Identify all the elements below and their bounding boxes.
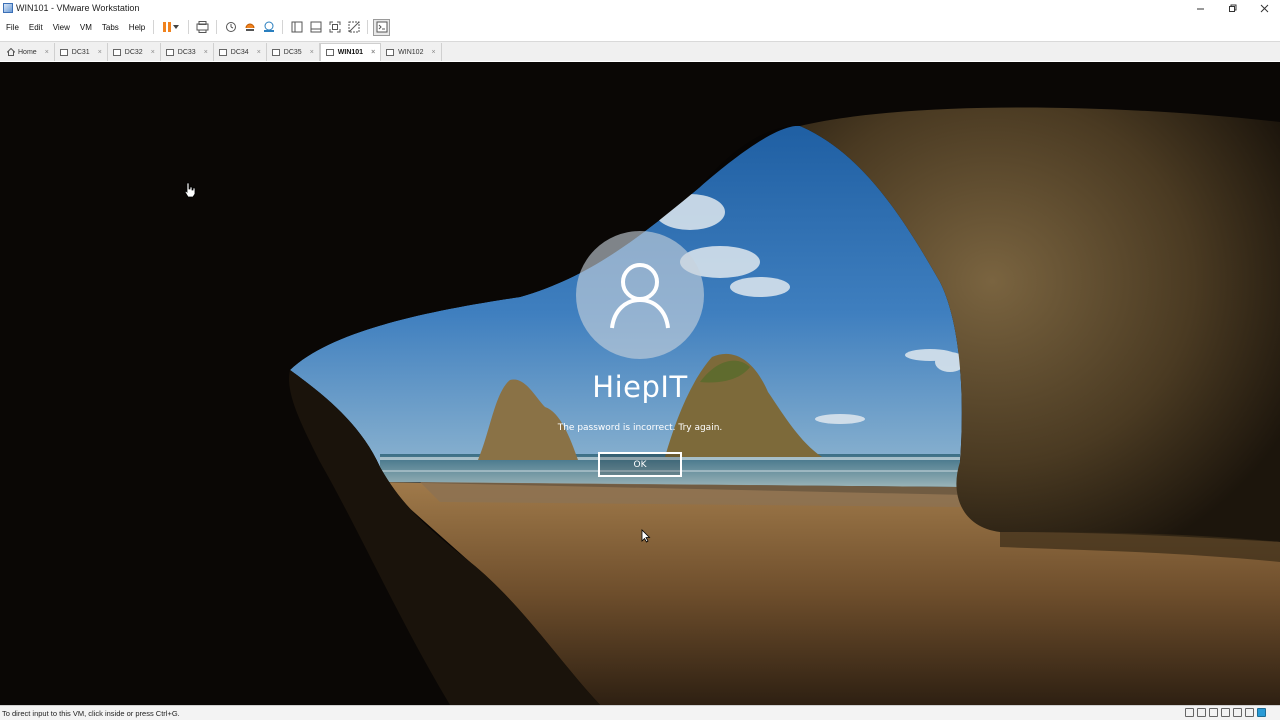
menu-view[interactable]: View bbox=[49, 23, 74, 32]
network-adapter-icon[interactable] bbox=[1209, 708, 1218, 717]
close-tab-icon[interactable]: × bbox=[45, 49, 49, 56]
unity-icon bbox=[348, 21, 360, 33]
toolbar-separator bbox=[216, 20, 218, 34]
tab-label: DC35 bbox=[283, 48, 302, 56]
tab-dc35[interactable]: DC35 × bbox=[266, 43, 320, 61]
pause-button[interactable] bbox=[159, 19, 183, 36]
vm-icon bbox=[325, 49, 334, 56]
restore-icon[interactable] bbox=[1216, 0, 1248, 16]
title-bar: WIN101 - VMware Workstation bbox=[0, 0, 1280, 16]
menu-vm[interactable]: VM bbox=[76, 23, 96, 32]
toolbar-separator bbox=[188, 20, 190, 34]
library-button[interactable] bbox=[288, 19, 305, 36]
close-tab-icon[interactable]: × bbox=[371, 49, 375, 56]
device-status-icons bbox=[1185, 708, 1266, 717]
console-view-icon bbox=[376, 21, 388, 33]
arrow-cursor-icon bbox=[641, 529, 651, 543]
cd-dvd-icon[interactable] bbox=[1197, 708, 1206, 717]
revert-snapshot-icon bbox=[245, 23, 255, 31]
home-icon bbox=[7, 48, 15, 56]
status-bar: To direct input to this VM, click inside… bbox=[0, 705, 1280, 720]
ok-button[interactable]: OK bbox=[598, 452, 682, 477]
library-icon bbox=[291, 21, 303, 33]
thumbnail-bar-icon bbox=[310, 21, 322, 33]
hand-cursor-icon bbox=[184, 182, 196, 198]
close-tab-icon[interactable]: × bbox=[98, 49, 102, 56]
vm-icon bbox=[165, 48, 174, 56]
tab-dc34[interactable]: DC34 × bbox=[213, 43, 267, 61]
snapshot-manager-button[interactable] bbox=[260, 19, 277, 36]
minimize-icon[interactable] bbox=[1184, 0, 1216, 16]
toolbar-separator bbox=[153, 20, 155, 34]
tab-win101[interactable]: WIN101 × bbox=[319, 43, 382, 61]
chevron-down-icon bbox=[173, 25, 180, 29]
vm-console-screen[interactable]: HiepIT The password is incorrect. Try ag… bbox=[0, 62, 1280, 705]
sound-icon[interactable] bbox=[1245, 708, 1254, 717]
menu-file[interactable]: File bbox=[2, 23, 23, 32]
vmware-app-icon bbox=[3, 3, 13, 13]
menu-bar: File Edit View VM Tabs Help bbox=[0, 16, 1280, 38]
tab-win102[interactable]: WIN102 × bbox=[381, 43, 442, 61]
snapshot-button[interactable] bbox=[222, 19, 239, 36]
close-tab-icon[interactable]: × bbox=[151, 49, 155, 56]
window-controls bbox=[1184, 0, 1280, 16]
pause-icon bbox=[163, 22, 172, 32]
tab-home[interactable]: Home × bbox=[2, 43, 55, 61]
tab-label: DC31 bbox=[71, 48, 90, 56]
close-icon[interactable] bbox=[1248, 0, 1280, 16]
tab-label: WIN102 bbox=[398, 48, 424, 56]
close-tab-icon[interactable]: × bbox=[257, 49, 261, 56]
send-ctrl-alt-del-icon bbox=[196, 21, 209, 33]
menu-help[interactable]: Help bbox=[125, 23, 149, 32]
vm-icon bbox=[59, 48, 68, 56]
tab-dc33[interactable]: DC33 × bbox=[160, 43, 214, 61]
status-text: To direct input to this VM, click inside… bbox=[2, 708, 180, 718]
unity-button[interactable] bbox=[345, 19, 362, 36]
vm-icon bbox=[218, 48, 227, 56]
display-icon[interactable] bbox=[1233, 708, 1242, 717]
revert-snapshot-button[interactable] bbox=[241, 19, 258, 36]
tab-label: Home bbox=[18, 48, 37, 56]
tab-dc31[interactable]: DC31 × bbox=[54, 43, 108, 61]
tab-label: DC32 bbox=[124, 48, 143, 56]
close-tab-icon[interactable]: × bbox=[431, 49, 435, 56]
message-log-icon[interactable] bbox=[1257, 708, 1266, 717]
tab-label: DC34 bbox=[230, 48, 249, 56]
menu-tabs[interactable]: Tabs bbox=[98, 23, 123, 32]
snapshot-icon bbox=[225, 22, 236, 32]
error-message: The password is incorrect. Try again. bbox=[557, 423, 723, 433]
close-tab-icon[interactable]: × bbox=[204, 49, 208, 56]
close-tab-icon[interactable]: × bbox=[310, 49, 314, 56]
window-title: WIN101 - VMware Workstation bbox=[16, 3, 140, 13]
usb-controller-icon[interactable] bbox=[1221, 708, 1230, 717]
tab-label: DC33 bbox=[177, 48, 196, 56]
tab-dc32[interactable]: DC32 × bbox=[107, 43, 161, 61]
toolbar-separator bbox=[367, 20, 369, 34]
console-view-button[interactable] bbox=[373, 18, 391, 36]
tab-label: WIN101 bbox=[337, 49, 364, 56]
username-label: HiepIT bbox=[592, 370, 688, 404]
vm-icon bbox=[386, 48, 395, 56]
lock-screen-login: HiepIT The password is incorrect. Try ag… bbox=[0, 62, 1280, 705]
full-screen-icon bbox=[329, 21, 341, 33]
menu-edit[interactable]: Edit bbox=[25, 23, 47, 32]
snapshot-manager-icon bbox=[263, 21, 274, 32]
toolbar-separator bbox=[282, 20, 284, 34]
vm-icon bbox=[271, 48, 280, 56]
thumbnail-bar-button[interactable] bbox=[307, 19, 324, 36]
user-avatar bbox=[576, 231, 704, 359]
vm-icon bbox=[112, 48, 121, 56]
send-ctrl-alt-del-button[interactable] bbox=[194, 19, 211, 36]
hard-disk-icon[interactable] bbox=[1185, 708, 1194, 717]
user-icon bbox=[610, 263, 670, 329]
full-screen-button[interactable] bbox=[326, 19, 343, 36]
vm-tab-bar: Home × DC31 × DC32 × DC33 × DC34 × DC35 … bbox=[0, 41, 1280, 61]
